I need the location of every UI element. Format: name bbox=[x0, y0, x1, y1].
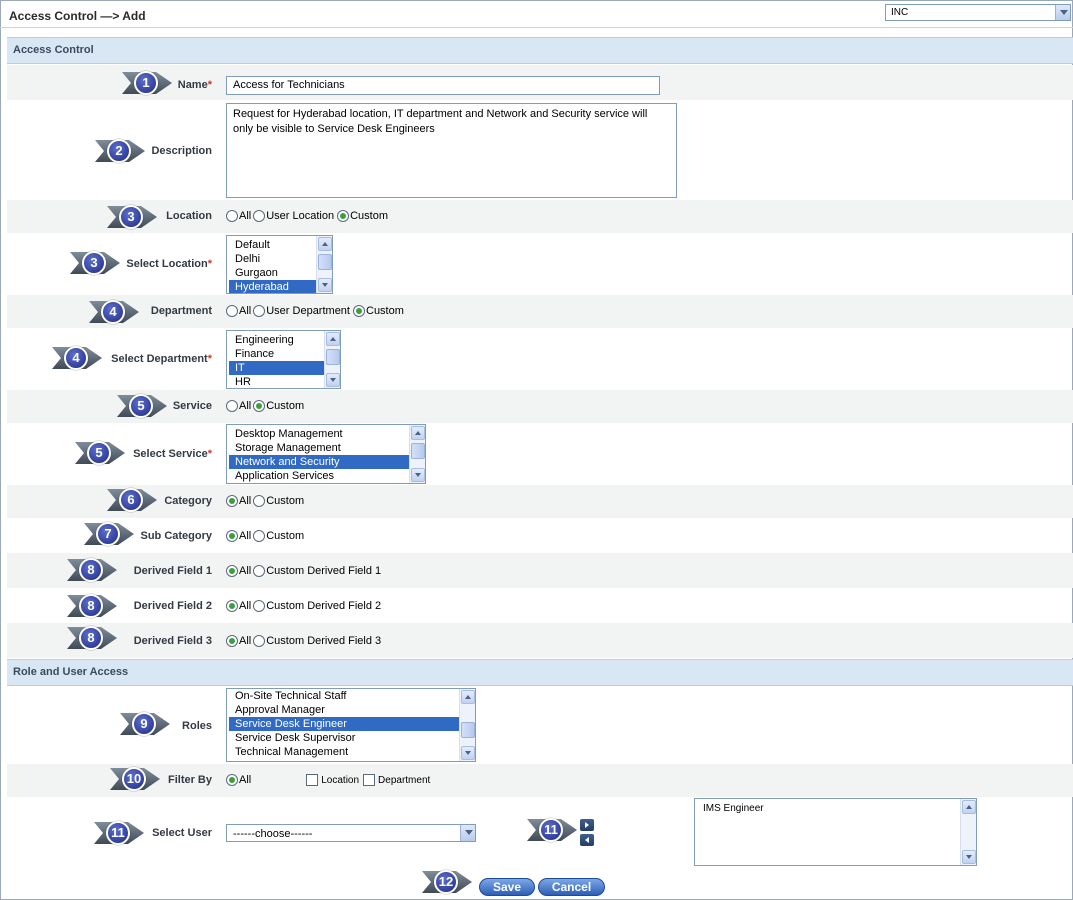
filter-department-checkbox[interactable] bbox=[363, 774, 376, 786]
select-user-dropdown[interactable]: ------choose------ bbox=[226, 824, 476, 842]
location-user-radio[interactable] bbox=[253, 210, 266, 222]
department-radio-group: All User Department Custom bbox=[226, 305, 404, 317]
department-custom-radio[interactable] bbox=[353, 305, 365, 317]
derived-field-1-radio-group: All Custom Derived Field 1 bbox=[226, 565, 381, 577]
row-filter-by: 10 Filter By All Location Department bbox=[7, 764, 1073, 797]
location-custom-radio[interactable] bbox=[337, 210, 350, 222]
list-item-selected[interactable]: Service Desk Engineer bbox=[229, 717, 475, 731]
list-item[interactable]: IMS Engineer bbox=[697, 802, 976, 816]
description-textarea[interactable]: Request for Hyderabad location, IT depar… bbox=[226, 103, 677, 198]
select-department-label: Select Department* bbox=[111, 353, 212, 365]
category-custom-radio[interactable] bbox=[253, 495, 266, 507]
cancel-button[interactable]: Cancel bbox=[538, 878, 605, 896]
name-label: Name* bbox=[177, 79, 212, 91]
scrollbar[interactable] bbox=[960, 799, 976, 865]
location-radio-group: All User Location Custom bbox=[226, 210, 388, 222]
filter-by-group: All Location Department bbox=[226, 774, 430, 786]
list-item[interactable]: Technical Management bbox=[229, 745, 475, 759]
chevron-down-icon[interactable] bbox=[1055, 5, 1070, 20]
section-role-user-access: Role and User Access bbox=[7, 659, 1073, 686]
derived-field-3-all-radio[interactable] bbox=[226, 635, 238, 647]
list-item[interactable]: Service Desk Supervisor bbox=[229, 731, 475, 745]
derived-field-2-radio-group: All Custom Derived Field 2 bbox=[226, 600, 381, 612]
derived-field-2-all-radio[interactable] bbox=[226, 600, 238, 612]
list-item[interactable]: On-Site Technical Staff bbox=[229, 689, 475, 703]
derived-field-1-custom-radio[interactable] bbox=[253, 565, 266, 577]
filter-all-radio[interactable] bbox=[226, 774, 238, 786]
category-label: Category bbox=[164, 495, 212, 507]
row-derived-field-2: 8 Derived Field 2 All Custom Derived Fie… bbox=[7, 588, 1073, 623]
description-label: Description bbox=[151, 145, 212, 157]
row-select-user: 11 Select User ------choose------ 11 IMS… bbox=[7, 797, 1073, 866]
scrollbar[interactable] bbox=[409, 425, 425, 483]
sub-category-radio-group: All Custom bbox=[226, 530, 304, 542]
select-service-label: Select Service* bbox=[133, 448, 212, 460]
scrollbar[interactable] bbox=[459, 689, 475, 761]
service-radio-group: All Custom bbox=[226, 400, 304, 412]
filter-location-checkbox[interactable] bbox=[306, 774, 319, 786]
name-input[interactable]: Access for Technicians bbox=[226, 76, 660, 95]
row-name: 1 Name* Access for Technicians bbox=[7, 65, 1073, 100]
move-left-icon[interactable] bbox=[580, 834, 594, 846]
row-derived-field-3: 8 Derived Field 3 All Custom Derived Fie… bbox=[7, 623, 1073, 658]
chevron-down-icon[interactable] bbox=[460, 825, 475, 841]
page-title: Access Control —> Add bbox=[9, 9, 146, 23]
select-location-label: Select Location* bbox=[126, 258, 212, 270]
department-user-radio[interactable] bbox=[253, 305, 266, 317]
filter-by-label: Filter By bbox=[167, 774, 212, 786]
instance-select-value: INC bbox=[891, 7, 909, 18]
sub-category-label: Sub Category bbox=[140, 530, 212, 542]
row-roles: 9 Roles On-Site Technical Staff Approval… bbox=[7, 687, 1073, 764]
service-custom-radio[interactable] bbox=[253, 400, 266, 412]
sub-category-all-radio[interactable] bbox=[226, 530, 238, 542]
department-label: Department bbox=[150, 305, 212, 317]
select-user-label: Select User bbox=[152, 827, 212, 839]
derived-field-3-label: Derived Field 3 bbox=[133, 635, 212, 647]
list-item[interactable]: Application Services bbox=[229, 469, 425, 483]
category-all-radio[interactable] bbox=[226, 495, 238, 507]
row-service: 5 Service All Custom bbox=[7, 390, 1073, 423]
list-item-selected[interactable]: Network and Security bbox=[229, 455, 425, 469]
row-select-department: 4 Select Department* Engineering Finance… bbox=[7, 328, 1073, 390]
location-listbox[interactable]: Default Delhi Gurgaon Hyderabad bbox=[226, 235, 333, 294]
row-derived-field-1: 8 Derived Field 1 All Custom Derived Fie… bbox=[7, 553, 1073, 588]
title-divider bbox=[0, 27, 1073, 28]
category-radio-group: All Custom bbox=[226, 495, 304, 507]
move-right-icon[interactable] bbox=[580, 819, 594, 831]
roles-label: Roles bbox=[182, 720, 212, 732]
scrollbar[interactable] bbox=[324, 331, 340, 388]
section-access-control: Access Control bbox=[7, 37, 1073, 64]
department-listbox[interactable]: Engineering Finance IT HR bbox=[226, 330, 341, 389]
row-description: 2 Description Request for Hyderabad loca… bbox=[7, 100, 1073, 200]
row-select-service: 5 Select Service* Desktop Management Sto… bbox=[7, 423, 1073, 485]
derived-field-2-custom-radio[interactable] bbox=[253, 600, 266, 612]
list-item[interactable]: Storage Management bbox=[229, 441, 425, 455]
service-all-radio[interactable] bbox=[226, 400, 238, 412]
list-item[interactable]: Desktop Management bbox=[229, 427, 425, 441]
service-listbox[interactable]: Desktop Management Storage Management Ne… bbox=[226, 424, 426, 484]
location-label: Location bbox=[166, 210, 212, 222]
row-select-location: 3 Select Location* Default Delhi Gurgaon… bbox=[7, 233, 1073, 295]
location-all-radio[interactable] bbox=[226, 210, 238, 222]
roles-listbox[interactable]: On-Site Technical Staff Approval Manager… bbox=[226, 688, 476, 762]
instance-select[interactable]: INC bbox=[885, 4, 1071, 21]
selected-users-listbox[interactable]: IMS Engineer bbox=[694, 798, 977, 866]
row-category: 6 Category All Custom bbox=[7, 485, 1073, 518]
sub-category-custom-radio[interactable] bbox=[253, 530, 266, 542]
service-label: Service bbox=[172, 400, 212, 412]
derived-field-1-all-radio[interactable] bbox=[226, 565, 238, 577]
row-department: 4 Department All User Department Custom bbox=[7, 295, 1073, 328]
derived-field-1-label: Derived Field 1 bbox=[133, 565, 212, 577]
save-button[interactable]: Save bbox=[479, 878, 535, 896]
derived-field-2-label: Derived Field 2 bbox=[133, 600, 212, 612]
row-location: 3 Location All User Location Custom bbox=[7, 200, 1073, 233]
list-item[interactable]: Approval Manager bbox=[229, 703, 475, 717]
row-sub-category: 7 Sub Category All Custom bbox=[7, 518, 1073, 553]
derived-field-3-radio-group: All Custom Derived Field 3 bbox=[226, 635, 381, 647]
derived-field-3-custom-radio[interactable] bbox=[253, 635, 266, 647]
scrollbar[interactable] bbox=[316, 236, 332, 293]
department-all-radio[interactable] bbox=[226, 305, 238, 317]
